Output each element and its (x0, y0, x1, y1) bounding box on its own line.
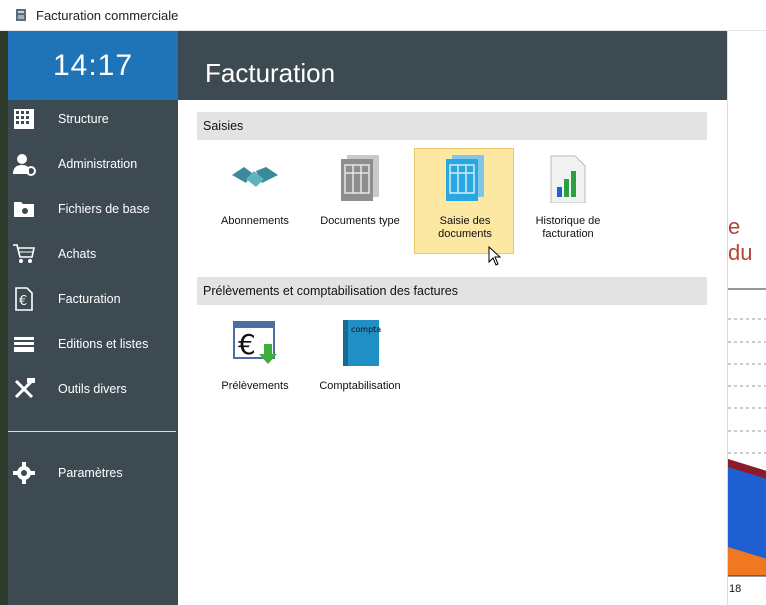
document-entry-icon (440, 153, 490, 203)
document-template-icon (335, 153, 385, 203)
tile-label: Abonnements (221, 215, 289, 227)
printer-stack-icon (12, 332, 36, 356)
sidebar-item-label: Editions et listes (58, 337, 149, 351)
sidebar-item-label: Structure (58, 112, 109, 126)
clock: 14:17 (8, 31, 178, 100)
svg-text:compta: compta (351, 325, 381, 334)
building-grid-icon (12, 107, 36, 131)
background-window: e du 18 (727, 31, 766, 605)
tools-icon (12, 377, 36, 401)
sidebar-item-label: Outils divers (58, 382, 127, 396)
window-title: Facturation commerciale (36, 7, 179, 23)
tile-saisie-des-documents[interactable]: Saisie des documents (414, 148, 514, 254)
section-header-saisies: Saisies (197, 112, 707, 140)
compta-book-icon: compta (335, 318, 385, 368)
sidebar-item-label: Administration (58, 157, 138, 171)
tile-label: Prélèvements (221, 380, 289, 392)
tile-label: Historique de facturation (535, 215, 601, 240)
euro-document-icon: € (12, 287, 36, 311)
gear-icon (12, 461, 36, 485)
tile-label: Saisie des documents (438, 215, 492, 240)
section-header-prelevements: Prélèvements et comptabilisation des fac… (197, 277, 707, 305)
handshake-icon (230, 153, 280, 203)
window-titlebar[interactable]: Facturation commerciale (0, 0, 766, 31)
tile-prelevements[interactable]: € Prélèvements (205, 314, 305, 420)
sidebar-item-outils-divers[interactable]: Outils divers (8, 369, 178, 409)
sidebar-item-label: Achats (58, 247, 97, 261)
sidebar: 14:17 Structure Administration Fichiers … (8, 31, 178, 605)
sidebar-item-editions-et-listes[interactable]: Editions et listes (8, 324, 178, 364)
svg-text:€: € (238, 328, 256, 361)
chart-report-icon (543, 153, 593, 204)
sidebar-item-label: Facturation (58, 292, 121, 306)
tile-documents-type[interactable]: Documents type (310, 149, 410, 255)
sidebar-item-structure[interactable]: Structure (8, 99, 178, 139)
svg-text:€: € (19, 294, 27, 309)
sidebar-item-achats[interactable]: Achats (8, 234, 178, 274)
page-title: Facturation (205, 58, 336, 88)
sidebar-divider (8, 431, 176, 432)
cart-icon (12, 242, 36, 266)
mouse-cursor-icon (488, 246, 502, 266)
desktop-edge (0, 31, 8, 605)
sidebar-item-fichiers-de-base[interactable]: Fichiers de base (8, 189, 178, 229)
euro-download-icon: € (230, 318, 280, 368)
sidebar-item-label: Fichiers de base (58, 202, 150, 216)
tile-abonnements[interactable]: Abonnements (205, 149, 305, 255)
main-content: Saisies Abonnements Documents type Saisi… (178, 100, 727, 605)
sidebar-item-administration[interactable]: Administration (8, 144, 178, 184)
main-header: Facturation (178, 31, 727, 100)
sidebar-item-parametres[interactable]: Paramètres (8, 453, 178, 493)
sidebar-item-facturation[interactable]: € Facturation (8, 279, 178, 319)
folder-icon (12, 197, 36, 221)
user-settings-icon (12, 152, 36, 176)
sidebar-item-label: Paramètres (58, 466, 123, 480)
tile-label: Comptabilisation (319, 380, 401, 392)
tile-historique-de-facturation[interactable]: Historique de facturation (518, 149, 618, 255)
app-icon (14, 8, 28, 22)
background-axis-label: 18 (729, 583, 742, 595)
tile-label: Documents type (320, 215, 400, 227)
tile-comptabilisation[interactable]: compta Comptabilisation (310, 314, 410, 420)
background-chart-fragment (728, 288, 766, 577)
